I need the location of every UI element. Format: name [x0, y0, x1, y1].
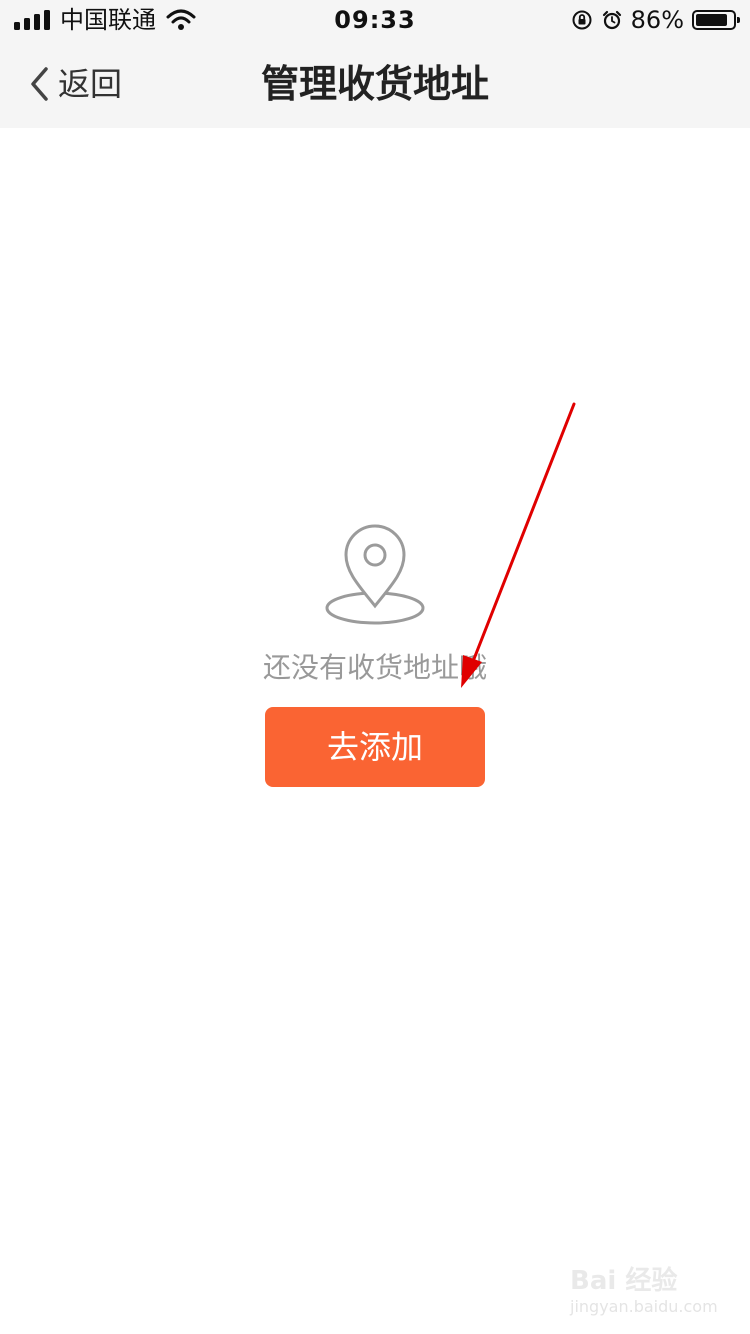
add-address-button[interactable]: 去添加 [265, 707, 485, 787]
location-pin-icon [325, 524, 425, 625]
empty-address-state: 还没有收货地址哦 [0, 518, 750, 686]
empty-address-message: 还没有收货地址哦 [262, 651, 487, 684]
baidu-watermark: Bai 经验 jingyan.baidu.com [570, 1264, 718, 1316]
orientation-lock-icon [572, 10, 592, 30]
nav-bar: 返回 管理收货地址 [0, 40, 750, 128]
watermark-logo-text: Bai 经验 [570, 1266, 678, 1296]
alarm-icon [602, 10, 621, 30]
status-bar: 中国联通 09:33 86% [0, 0, 750, 40]
status-right-group: 86% [571, 6, 740, 34]
watermark-subtext: jingyan.baidu.com [570, 1297, 718, 1316]
battery-level [696, 14, 727, 26]
page-title: 管理收货地址 [260, 62, 489, 106]
battery-percent: 86% [630, 6, 684, 34]
battery-icon [692, 10, 740, 30]
